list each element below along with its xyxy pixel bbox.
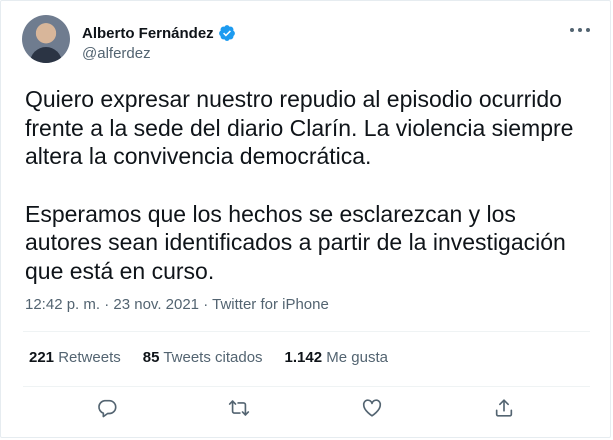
more-options-icon[interactable]: [570, 23, 590, 37]
retweets-label: Retweets: [58, 349, 121, 366]
quotes-count: 85: [142, 349, 160, 366]
like-button[interactable]: [359, 395, 385, 421]
divider: [23, 386, 590, 387]
divider: [23, 331, 590, 332]
name-row: Alberto Fernández: [82, 23, 236, 43]
share-button[interactable]: [491, 395, 517, 421]
tweet-stats: 221 Retweets 85 Tweets citados 1.142 Me …: [29, 349, 388, 366]
meta-separator: ·: [203, 296, 209, 313]
reply-button[interactable]: [94, 395, 120, 421]
reply-icon: [98, 399, 117, 418]
tweet-header: Alberto Fernández @alferdez: [22, 15, 236, 63]
like-icon: [362, 399, 381, 417]
tweet-time[interactable]: 12:42 p. m.: [25, 296, 100, 313]
retweets-stat[interactable]: 221 Retweets: [29, 349, 121, 366]
retweets-count: 221: [29, 349, 55, 366]
retweet-icon: [229, 400, 250, 416]
tweet-actions: [1, 395, 610, 427]
likes-label: Me gusta: [326, 349, 388, 366]
meta-separator: ·: [104, 296, 110, 313]
handle[interactable]: @alferdez: [82, 45, 236, 62]
share-icon: [495, 399, 513, 417]
more-dot: [578, 28, 582, 32]
quotes-label: Tweets citados: [163, 349, 263, 366]
tweet-meta: 12:42 p. m. · 23 nov. 2021 · Twitter for…: [25, 296, 329, 313]
verified-badge-icon: [218, 25, 235, 41]
tweet-paragraph: Quiero expresar nuestro repudio al episo…: [25, 86, 574, 169]
author-names: Alberto Fernández @alferdez: [82, 23, 236, 62]
tweet-source[interactable]: Twitter for iPhone: [212, 296, 329, 313]
likes-count: 1.142: [284, 349, 323, 366]
more-dot: [570, 28, 574, 32]
tweet-card: Alberto Fernández @alferdez Quiero expre…: [0, 0, 611, 438]
more-dot: [586, 28, 590, 32]
tweet-date[interactable]: 23 nov. 2021: [113, 296, 199, 313]
tweet-text: Quiero expresar nuestro repudio al episo…: [25, 85, 585, 285]
retweet-button[interactable]: [226, 395, 252, 421]
tweet-paragraph: Esperamos que los hechos se esclarezcan …: [25, 200, 566, 284]
avatar[interactable]: [22, 15, 70, 63]
likes-stat[interactable]: 1.142 Me gusta: [285, 349, 388, 366]
quotes-stat[interactable]: 85 Tweets citados: [143, 349, 263, 366]
display-name[interactable]: Alberto Fernández: [82, 25, 214, 42]
